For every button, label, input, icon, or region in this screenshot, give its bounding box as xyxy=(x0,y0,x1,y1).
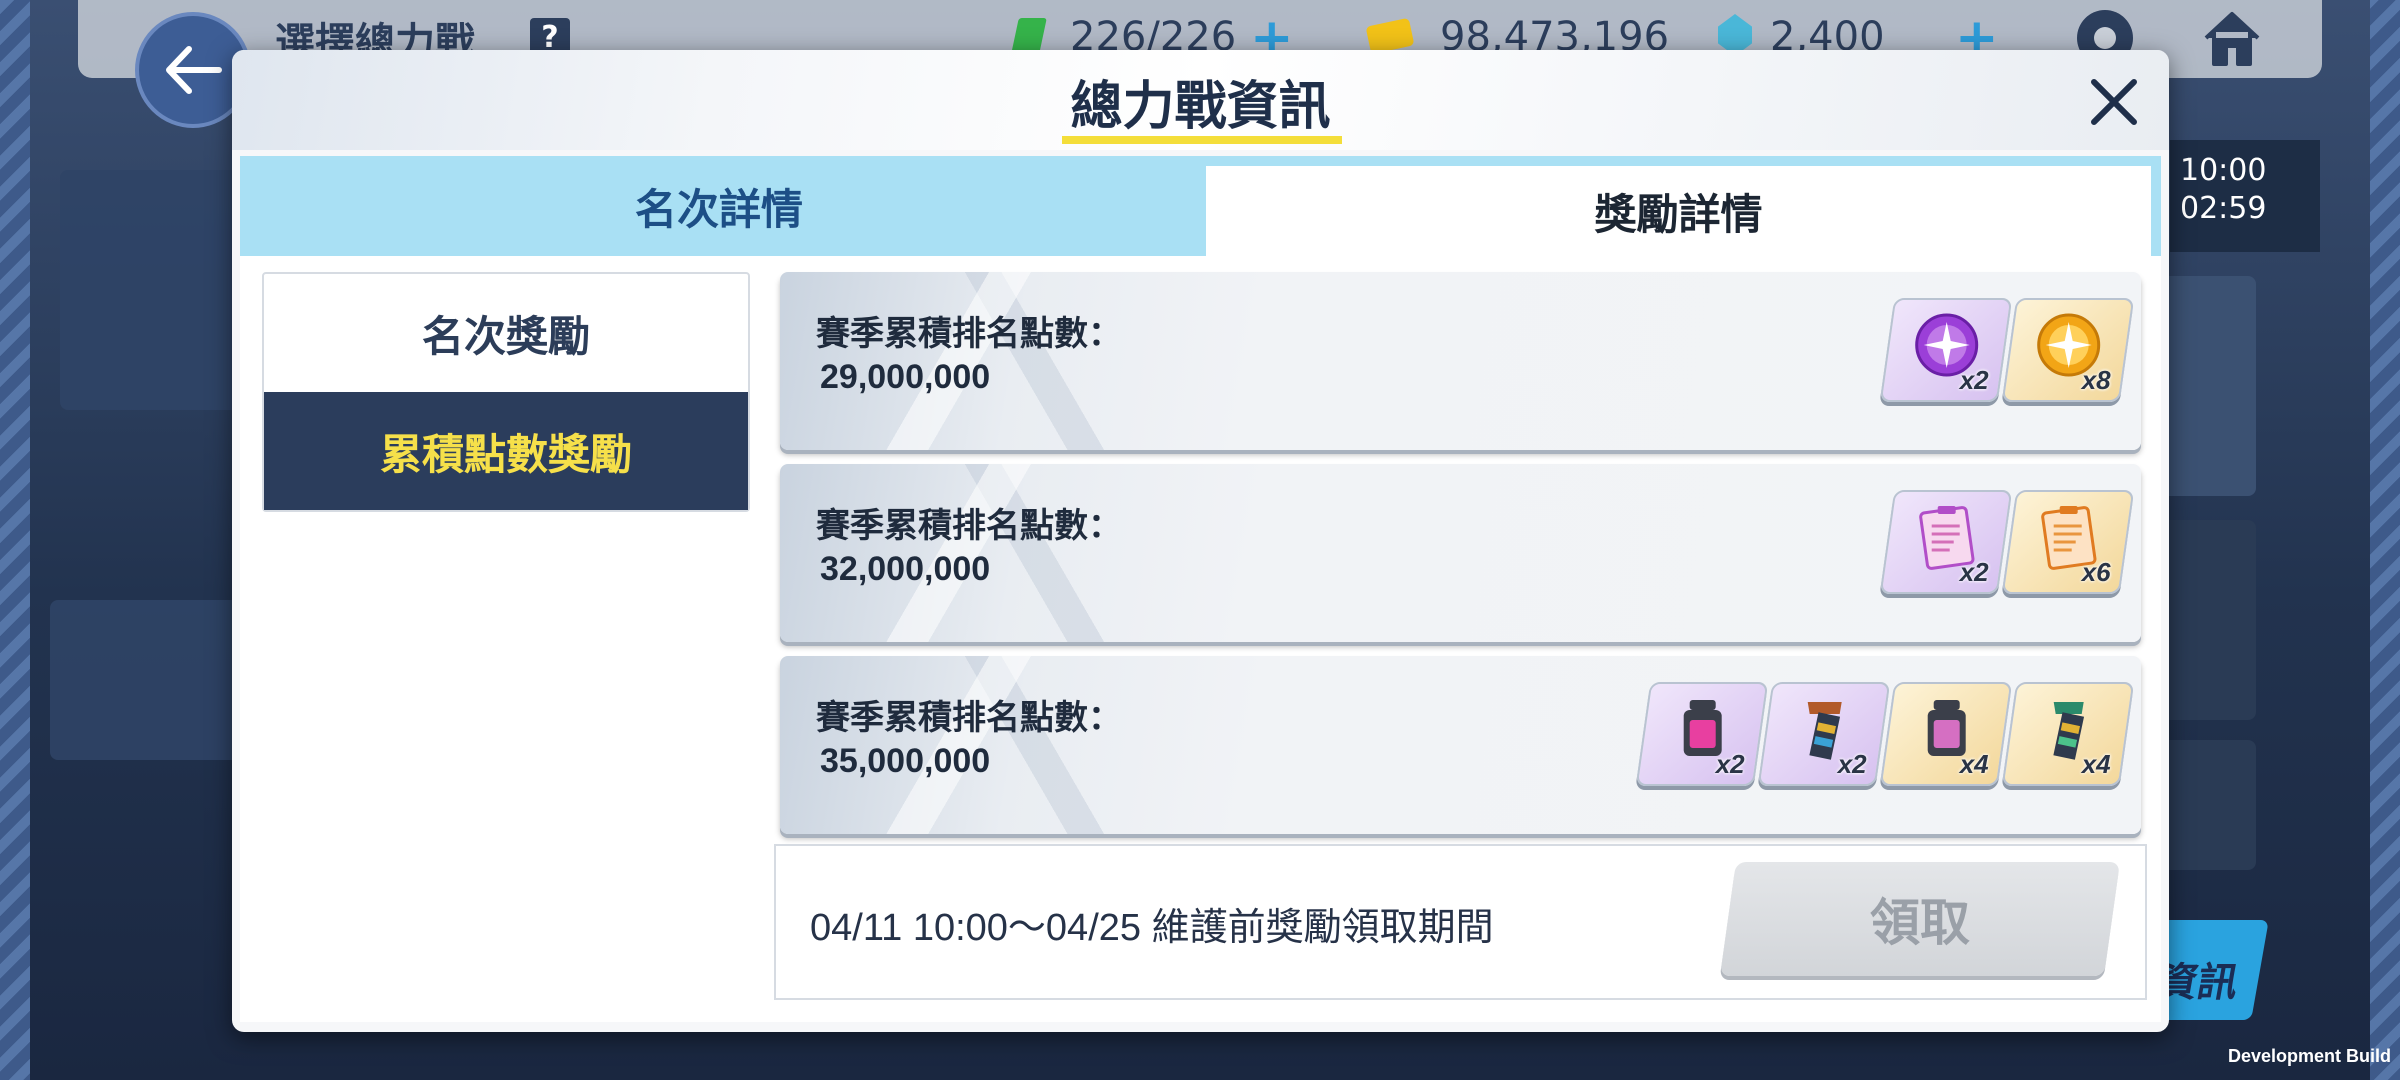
modal-body: 名次獎勵 累積點數獎勵 賽季累積排名點數： 29,000,000 x2 x8 賽… xyxy=(240,256,2161,1022)
side-time-1: 10:00 xyxy=(2180,153,2267,188)
reward-item[interactable]: x4 xyxy=(2001,682,2135,786)
modal-header: 總力戰資訊 xyxy=(232,50,2169,150)
tab-rank-details[interactable]: 名次詳情 xyxy=(240,156,1198,256)
tab-bar: 名次詳情 獎勵詳情 xyxy=(240,156,2161,256)
menu-item-cumulative-rewards[interactable]: 累積點數獎勵 xyxy=(264,392,748,510)
raid-info-modal: 總力戰資訊 名次詳情 獎勵詳情 名次獎勵 累積點數獎勵 賽季累積排名點數： 29… xyxy=(232,50,2169,1032)
reward-item[interactable]: x2 xyxy=(1635,682,1769,786)
points-label: 賽季累積排名點數： xyxy=(816,314,1122,354)
item-count: x2 xyxy=(1959,557,1989,587)
item-count: x4 xyxy=(2081,749,2111,779)
reward-row: 賽季累積排名點數： 29,000,000 x2 x8 xyxy=(780,272,2141,450)
home-icon[interactable] xyxy=(2200,6,2264,70)
reward-item[interactable]: x2 xyxy=(1757,682,1891,786)
reward-item[interactable]: x6 xyxy=(2001,490,2135,594)
points-label: 賽季累積排名點數： xyxy=(816,506,1122,546)
item-count: x2 xyxy=(1959,365,1989,395)
reward-item[interactable]: x2 xyxy=(1879,490,2013,594)
reward-row: 賽季累積排名點數： 35,000,000 x2 x2 x4 x4 xyxy=(780,656,2141,834)
tab-reward-details[interactable]: 獎勵詳情 xyxy=(1206,166,2151,256)
reward-item[interactable]: x2 xyxy=(1879,298,2013,402)
claim-button-label: 領取 xyxy=(1870,894,1970,952)
menu-item-rank-rewards[interactable]: 名次獎勵 xyxy=(264,274,748,392)
reward-list[interactable]: 賽季累積排名點數： 29,000,000 x2 x8 賽季累積排名點數： 32,… xyxy=(780,272,2141,834)
back-arrow-icon xyxy=(166,46,222,94)
title-underline xyxy=(1062,136,1342,144)
reward-item[interactable]: x8 xyxy=(2001,298,2135,402)
item-count: x2 xyxy=(1837,749,1867,779)
points-value: 35,000,000 xyxy=(820,742,991,780)
claim-footer: 04/11 10:00～04/25 維護前獎勵領取期間 領取 xyxy=(774,844,2147,1000)
side-card xyxy=(2160,276,2256,496)
item-count: x6 xyxy=(2081,557,2111,587)
points-value: 32,000,000 xyxy=(820,550,991,588)
reward-items: x2 x8 xyxy=(1879,298,2135,402)
item-count: x2 xyxy=(1715,749,1745,779)
claim-button[interactable]: 領取 xyxy=(1719,862,2121,976)
dev-build-label: Development Build xyxy=(2228,1046,2392,1066)
modal-title: 總力戰資訊 xyxy=(1070,77,1331,137)
reward-type-menu: 名次獎勵 累積點數獎勵 xyxy=(262,272,750,512)
reward-items: x2 x6 xyxy=(1879,490,2135,594)
points-label: 賽季累積排名點數： xyxy=(816,698,1122,738)
points-value: 29,000,000 xyxy=(820,358,991,396)
close-icon[interactable] xyxy=(2084,72,2144,132)
item-count: x4 xyxy=(1959,749,1989,779)
side-card xyxy=(2160,740,2256,870)
reward-item[interactable]: x4 xyxy=(1879,682,2013,786)
side-timer: 10:00 02:59 xyxy=(2170,140,2320,252)
item-count: x8 xyxy=(2081,365,2111,395)
claim-period-text: 04/11 10:00～04/25 維護前獎勵領取期間 xyxy=(810,907,1494,949)
side-time-2: 02:59 xyxy=(2180,191,2267,226)
side-card xyxy=(2160,520,2256,720)
reward-row: 賽季累積排名點數： 32,000,000 x2 x6 xyxy=(780,464,2141,642)
reward-items: x2 x2 x4 x4 xyxy=(1635,682,2135,786)
